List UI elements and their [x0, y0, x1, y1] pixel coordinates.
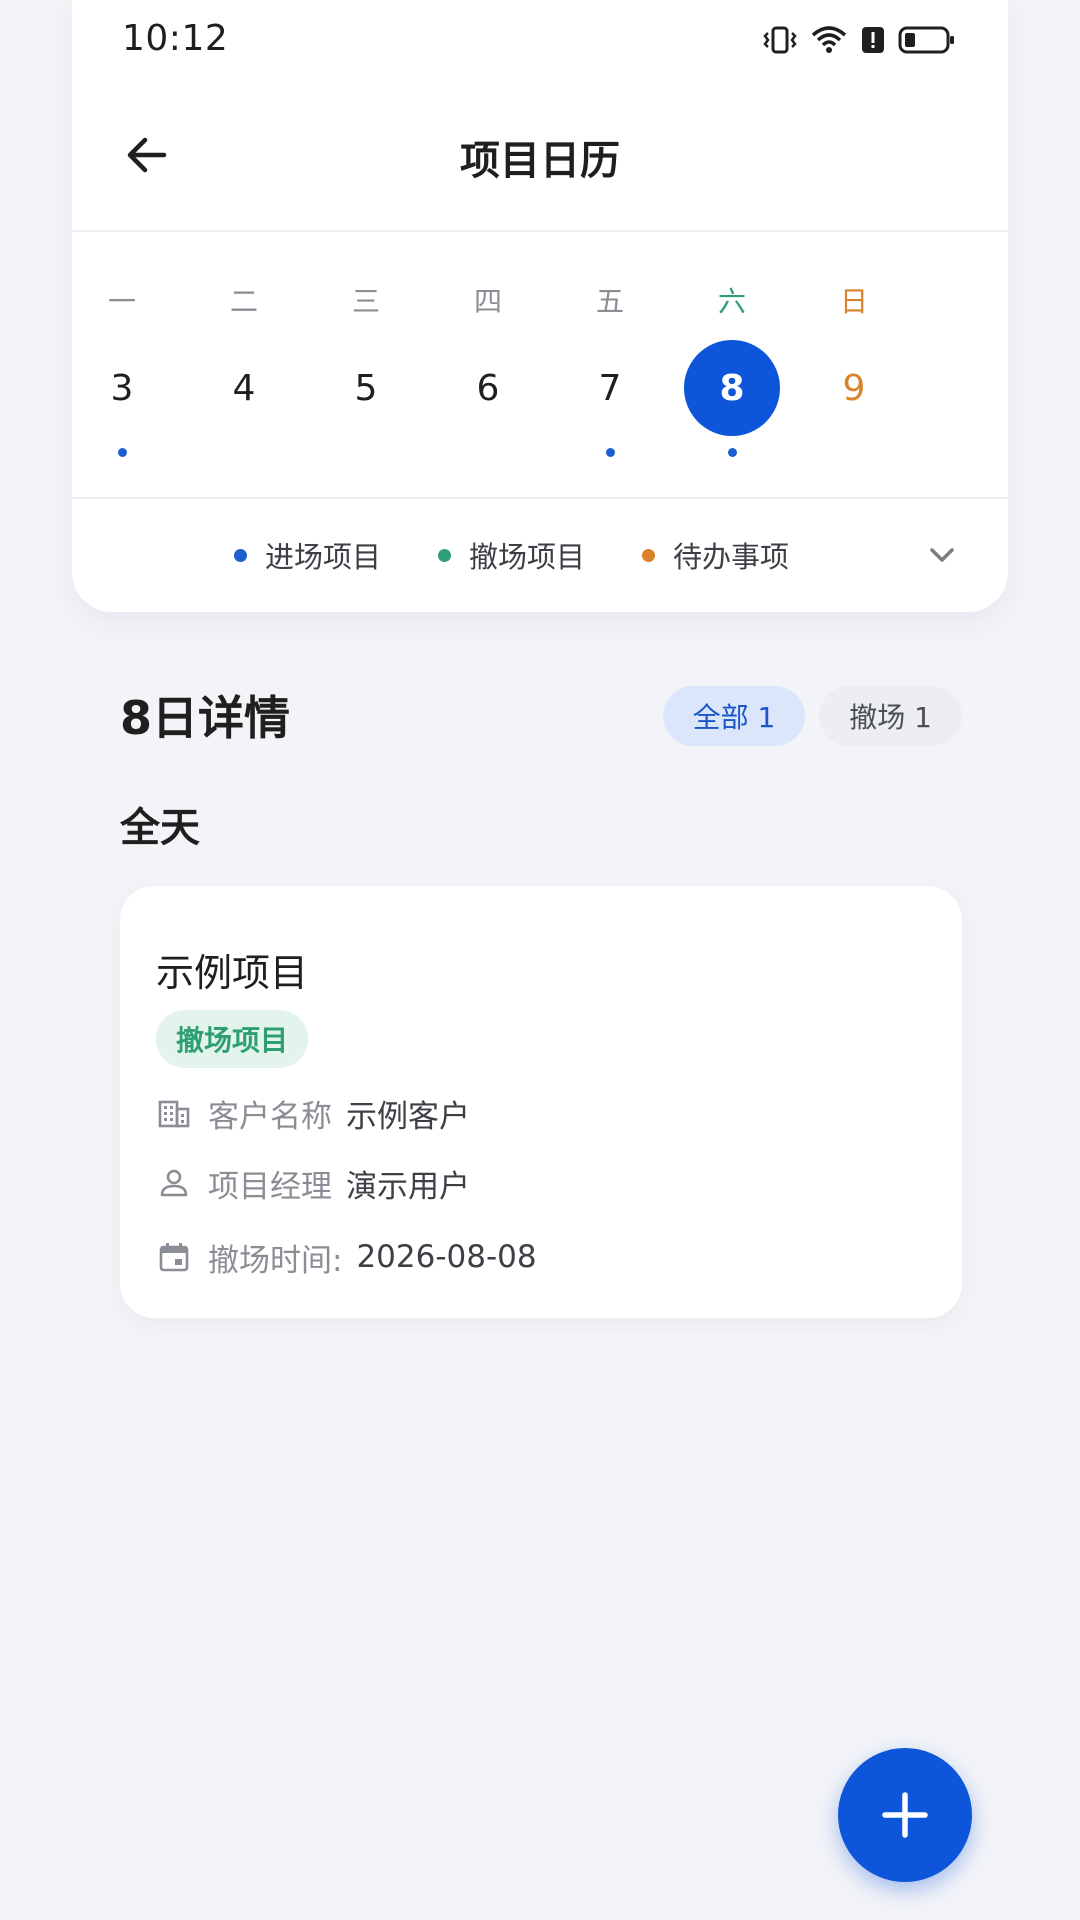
day-saturday-selected[interactable]: 六 8	[671, 270, 793, 470]
manager-row: 项目经理 演示用户	[156, 1158, 470, 1208]
day-name: 三	[351, 285, 380, 318]
header-divider	[72, 230, 1008, 232]
legend-item-entry: 进场项目	[234, 530, 381, 580]
page: 10:12 项目日历 一 3 二 4 三 5 四 6 五 7 六 8 日 9 进…	[0, 0, 1080, 1920]
day-name: 五	[595, 285, 624, 318]
status-badge: 撤场项目	[156, 1010, 309, 1068]
customer-row: 客户名称 示例客户	[156, 1088, 470, 1138]
day-monday[interactable]: 一 3	[61, 270, 183, 470]
project-title: 示例项目	[156, 951, 309, 995]
exit-time-value: 2026-08-08	[356, 1239, 537, 1275]
customer-value: 示例客户	[346, 1098, 470, 1135]
app-header: 项目日历	[72, 80, 1008, 230]
legend-divider	[72, 497, 1008, 499]
plus-icon	[882, 1792, 928, 1838]
building-icon	[156, 1095, 192, 1131]
filter-all-chip[interactable]: 全部 1	[662, 686, 806, 746]
legend-label: 进场项目	[265, 540, 382, 574]
filter-exit-chip[interactable]: 撤场 1	[819, 686, 962, 746]
event-dot	[605, 448, 615, 457]
day-sunday[interactable]: 日 9	[793, 270, 915, 470]
status-time: 10:12	[122, 18, 229, 59]
status-icons	[762, 20, 956, 60]
legend-item-todo: 待办事项	[642, 530, 789, 580]
legend-label: 待办事项	[673, 540, 790, 574]
manager-value: 演示用户	[346, 1168, 470, 1205]
day-number: 8	[719, 367, 745, 409]
day-number: 9	[842, 367, 866, 409]
day-number: 5	[354, 367, 378, 409]
day-friday[interactable]: 五 7	[549, 270, 671, 470]
day-name: 二	[229, 285, 258, 318]
event-dot	[117, 448, 127, 457]
status-bar: 10:12	[72, 0, 1008, 80]
filter-group: 全部 1 撤场 1	[662, 686, 962, 746]
calendar-panel: 10:12 项目日历 一 3 二 4 三 5 四 6 五 7 六 8 日 9 进…	[72, 0, 1008, 612]
selected-day-circle: 8	[684, 340, 780, 436]
day-tuesday[interactable]: 二 4	[183, 270, 305, 470]
manager-label: 项目经理	[208, 1168, 332, 1205]
legend-item-exit: 撤场项目	[438, 530, 585, 580]
page-title: 项目日历	[460, 138, 620, 184]
vibrate-icon	[762, 24, 798, 56]
day-name: 一	[107, 285, 136, 318]
customer-label: 客户名称	[208, 1098, 332, 1135]
day-name: 四	[473, 285, 502, 318]
wifi-icon	[810, 24, 848, 56]
day-name: 六	[717, 285, 746, 318]
day-number: 6	[476, 367, 500, 409]
legend-dot	[642, 548, 655, 562]
legend-label: 撤场项目	[469, 540, 586, 574]
legend: 进场项目 撤场项目 待办事项	[72, 530, 1008, 580]
detail-title: 8日详情	[120, 691, 291, 745]
day-number: 3	[110, 367, 134, 409]
legend-dot	[234, 548, 247, 562]
event-dot	[727, 448, 737, 457]
all-day-label: 全天	[120, 805, 200, 851]
legend-dot	[438, 548, 451, 562]
battery-icon	[898, 24, 956, 56]
alert-icon	[860, 24, 886, 56]
day-number: 7	[598, 367, 622, 409]
week-strip: 一 3 二 4 三 5 四 6 五 7 六 8 日 9	[108, 270, 974, 470]
calendar-icon	[156, 1239, 192, 1275]
day-name: 日	[839, 285, 868, 318]
person-icon	[156, 1165, 192, 1201]
exit-time-label: 撤场时间:	[208, 1242, 343, 1279]
exit-time-row: 撤场时间: 2026-08-08	[156, 1232, 537, 1282]
add-button[interactable]	[838, 1748, 972, 1882]
day-number: 4	[232, 367, 256, 409]
day-wednesday[interactable]: 三 5	[305, 270, 427, 470]
project-card[interactable]: 示例项目 撤场项目 客户名称 示例客户 项目经理 演示用户 撤场时间: 2026…	[120, 886, 962, 1318]
day-thursday[interactable]: 四 6	[427, 270, 549, 470]
chevron-down-icon[interactable]	[924, 537, 960, 573]
